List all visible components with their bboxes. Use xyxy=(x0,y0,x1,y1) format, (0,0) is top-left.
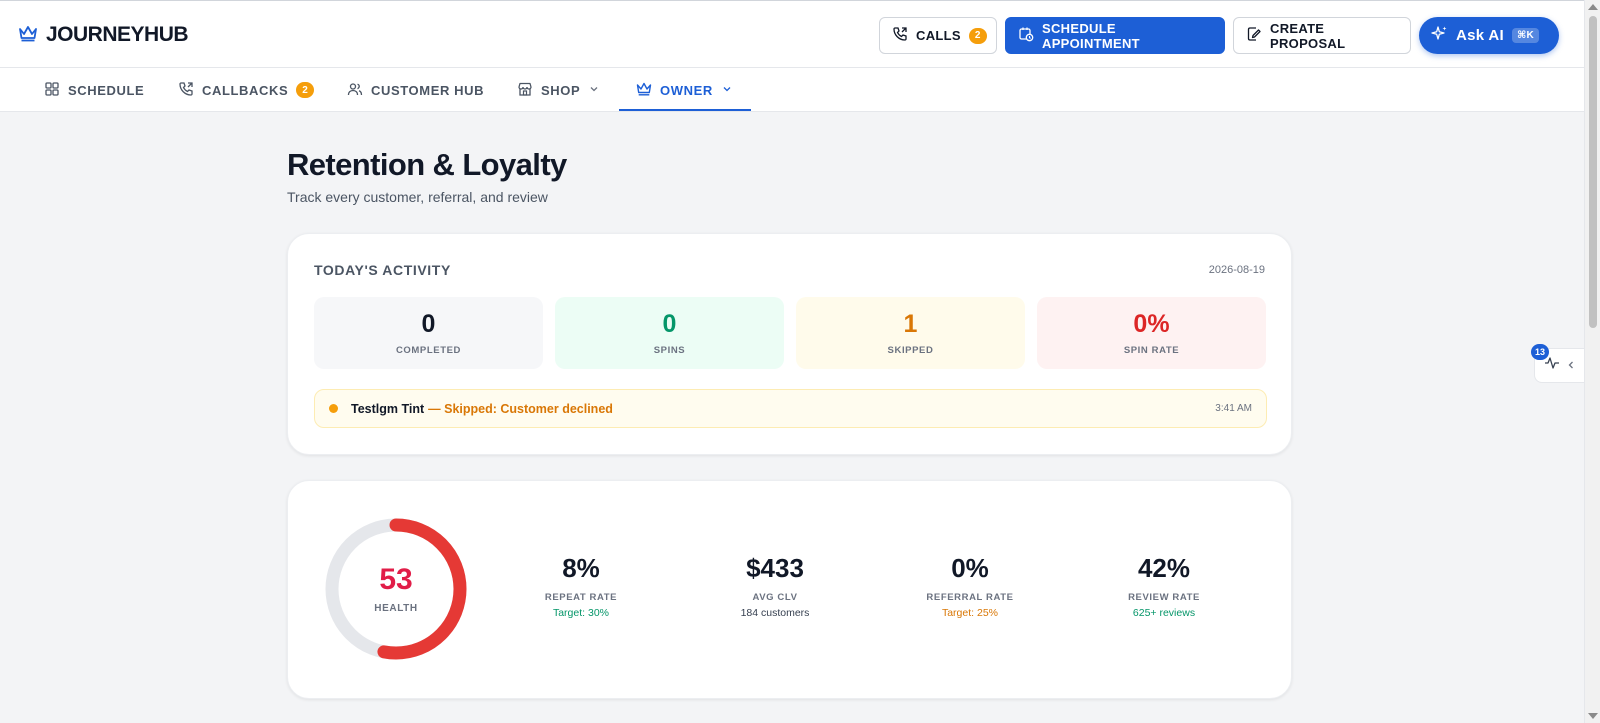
stat-completed: 0 COMPLETED xyxy=(314,297,543,369)
event-time: 3:41 AM xyxy=(1215,403,1252,414)
callbacks-badge: 2 xyxy=(296,82,315,98)
active-tab-indicator xyxy=(619,109,751,111)
metric-repeat-rate: 8% REPEAT RATE Target: 30% xyxy=(491,553,671,619)
crown-icon xyxy=(636,81,652,100)
health-card: 53 HEALTH 8% REPEAT RATE Target: 30% $43… xyxy=(287,480,1292,699)
chevron-left-icon xyxy=(1566,357,1576,375)
chevron-down-icon xyxy=(588,83,600,98)
calls-label: CALLS xyxy=(916,28,961,43)
metric-value: 8% xyxy=(562,553,600,583)
app-header: JOURNEYHUB CALLS 2 SCHEDULE APPOINTMENT … xyxy=(0,0,1584,68)
schedule-appointment-label: SCHEDULE APPOINTMENT xyxy=(1042,20,1140,51)
phone-callback-icon xyxy=(178,81,194,100)
status-dot xyxy=(329,404,338,413)
scroll-thumb[interactable] xyxy=(1589,16,1597,328)
scroll-down-arrow[interactable] xyxy=(1588,713,1598,719)
metric-review-rate: 42% REVIEW RATE 625+ reviews xyxy=(1074,553,1254,619)
health-label: HEALTH xyxy=(374,603,418,614)
metric-sub: 625+ reviews xyxy=(1132,607,1196,619)
nav-label-shop: SHOP xyxy=(541,82,581,98)
logo-text: JOURNEYHUB xyxy=(46,23,189,46)
main-nav: SCHEDULE CALLBACKS 2 CUSTOMER HUB SHOP O… xyxy=(0,68,1584,112)
ask-ai-button[interactable]: Ask AI ⌘K xyxy=(1419,17,1559,54)
logo[interactable]: JOURNEYHUB xyxy=(18,23,189,47)
health-score: 53 xyxy=(379,563,413,596)
store-icon xyxy=(517,81,533,100)
edit-document-icon xyxy=(1246,26,1262,45)
stat-skipped: 1 SKIPPED xyxy=(796,297,1025,369)
metric-sub: Target: 30% xyxy=(552,607,610,619)
stat-label: SPIN RATE xyxy=(1123,345,1180,356)
phone-icon xyxy=(892,26,908,45)
metric-referral-rate: 0% REFERRAL RATE Target: 25% xyxy=(880,553,1060,619)
metric-sub: Target: 25% xyxy=(941,607,999,619)
todays-activity-card: TODAY'S ACTIVITY 2026-08-19 0 COMPLETED … xyxy=(287,233,1292,455)
nav-label-customer-hub: CUSTOMER HUB xyxy=(371,82,485,98)
metric-label: REPEAT RATE xyxy=(544,592,618,603)
page-title: Retention & Loyalty xyxy=(287,147,567,182)
nav-item-customer-hub[interactable]: CUSTOMER HUB xyxy=(347,68,484,112)
activity-count-badge: 13 xyxy=(1531,344,1549,360)
metric-label: REVIEW RATE xyxy=(1128,592,1200,603)
metric-value: 42% xyxy=(1137,553,1191,583)
page-subtitle: Track every customer, referral, and revi… xyxy=(287,189,548,205)
nav-label-callbacks: CALLBACKS xyxy=(202,82,289,98)
create-proposal-button[interactable]: CREATE PROPOSAL xyxy=(1233,17,1411,54)
nav-item-shop[interactable]: SHOP xyxy=(517,68,600,112)
card-title: TODAY'S ACTIVITY xyxy=(314,262,451,278)
nav-item-callbacks[interactable]: CALLBACKS 2 xyxy=(178,68,315,112)
calls-button[interactable]: CALLS 2 xyxy=(879,17,997,54)
stat-spins: 0 SPINS xyxy=(555,297,784,369)
ask-ai-shortcut: ⌘K xyxy=(1511,28,1540,43)
stat-label: SPINS xyxy=(653,345,686,356)
users-icon xyxy=(347,81,363,100)
ask-ai-label: Ask AI xyxy=(1456,27,1504,44)
metric-value: 0% xyxy=(951,553,989,583)
stat-label: SKIPPED xyxy=(887,345,934,356)
event-customer-name: Testlgm Tint xyxy=(351,401,425,416)
page-scrollbar[interactable] xyxy=(1584,0,1600,723)
activity-event-row[interactable]: Testlgm Tint — Skipped: Customer decline… xyxy=(314,389,1267,428)
metric-sub: 184 customers xyxy=(740,607,810,619)
grid-icon xyxy=(44,81,60,100)
create-proposal-label: CREATE PROPOSAL xyxy=(1270,20,1346,51)
stat-value: 0 xyxy=(662,310,677,338)
calendar-clock-icon xyxy=(1018,26,1034,45)
metric-label: AVG CLV xyxy=(752,592,798,603)
nav-label-schedule: SCHEDULE xyxy=(68,82,145,98)
stat-value: 0 xyxy=(421,310,436,338)
stat-label: COMPLETED xyxy=(395,345,462,356)
sparkles-icon xyxy=(1431,25,1448,46)
crown-icon xyxy=(18,24,38,47)
scroll-up-arrow[interactable] xyxy=(1588,4,1598,10)
metric-label: REFERRAL RATE xyxy=(926,592,1014,603)
nav-label-owner: OWNER xyxy=(660,82,713,98)
metric-avg-clv: $433 AVG CLV 184 customers xyxy=(685,553,865,619)
nav-item-owner[interactable]: OWNER xyxy=(636,68,733,112)
schedule-appointment-button[interactable]: SCHEDULE APPOINTMENT xyxy=(1005,17,1225,54)
stat-value: 0% xyxy=(1133,310,1170,338)
event-status: — Skipped: Customer declined xyxy=(428,401,613,416)
calls-badge: 2 xyxy=(968,27,987,44)
chevron-down-icon xyxy=(721,83,733,98)
metric-value: $433 xyxy=(746,553,804,583)
nav-item-schedule[interactable]: SCHEDULE xyxy=(44,68,144,112)
stat-value: 1 xyxy=(903,310,918,338)
activity-date: 2026-08-19 xyxy=(1208,264,1265,276)
stat-spin-rate: 0% SPIN RATE xyxy=(1037,297,1266,369)
